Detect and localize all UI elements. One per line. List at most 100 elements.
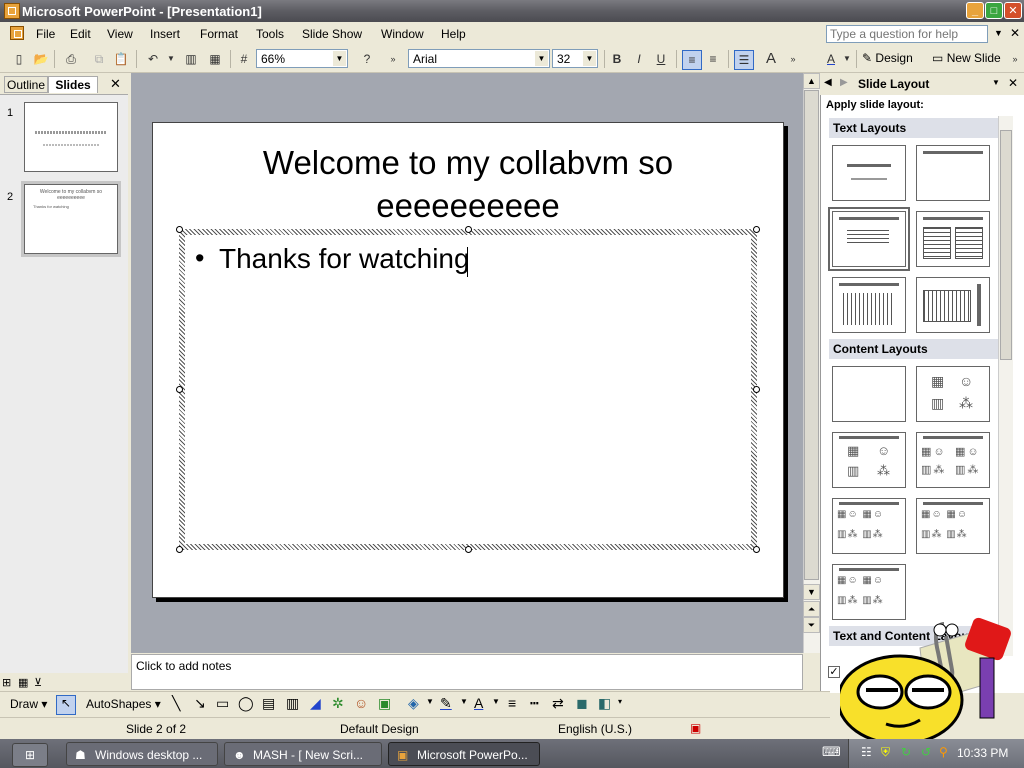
menu-file[interactable]: File (36, 27, 55, 41)
minimize-button[interactable]: _ (966, 2, 984, 19)
next-slide-icon[interactable]: ⏷ (803, 617, 820, 633)
layout-vertical-text[interactable] (832, 277, 906, 333)
help-icon[interactable]: ? (358, 50, 376, 68)
layout-title-two-content[interactable]: ▦☺ ▦☺ ▥⁂ ▥⁂ (916, 432, 990, 488)
previous-slide-icon[interactable]: ⏶ (803, 601, 820, 617)
paste-icon[interactable]: 📋 (112, 50, 130, 68)
new-icon[interactable]: ▯ (10, 50, 28, 68)
arrow-icon[interactable]: ↘ (194, 695, 206, 712)
body-placeholder[interactable]: • Thanks for watching (176, 226, 760, 553)
grid-icon[interactable]: # (235, 50, 253, 68)
help-search-box[interactable] (826, 25, 988, 43)
vertical-textbox-icon[interactable]: ▥ (286, 695, 299, 712)
insert-table-icon[interactable]: ▦ (206, 50, 224, 68)
picture-icon[interactable]: ▣ (378, 695, 391, 712)
copy-icon[interactable]: ⧉ (90, 50, 108, 68)
toolbar-options-icon[interactable]: » (1006, 50, 1024, 68)
italic-icon[interactable]: I (630, 50, 648, 68)
taskbar-item-windows-desktop[interactable]: ☗ Windows desktop ... (66, 742, 218, 766)
underline-icon[interactable]: U (652, 50, 670, 68)
bullets-icon[interactable]: ☰ (734, 50, 754, 70)
notes-placeholder[interactable]: Click to add notes (136, 659, 231, 673)
task-pane-scroll-thumb[interactable] (1000, 130, 1012, 360)
body-text-area[interactable]: • Thanks for watching (185, 235, 751, 544)
line-color-icon[interactable]: ✎ (440, 695, 452, 712)
menu-tools[interactable]: Tools (256, 27, 284, 41)
tray-clock[interactable]: 10:33 PM (957, 746, 1008, 760)
resize-handle[interactable] (753, 386, 760, 393)
undo-dropdown-icon[interactable]: ▼ (162, 50, 180, 68)
font-color-icon[interactable]: A (474, 695, 483, 711)
layout-title-two-over-content[interactable]: ▦☺ ▦☺ ▥⁂ ▥⁂ (916, 498, 990, 554)
menu-slide-show[interactable]: Slide Show (302, 27, 362, 41)
spelling-status-icon[interactable]: ▣ (690, 721, 701, 735)
clipart-icon[interactable]: ☺ (354, 695, 368, 711)
toolbar-options-icon[interactable]: » (384, 50, 402, 68)
forward-icon[interactable]: ▶ (840, 77, 848, 88)
normal-view-icon[interactable]: ⊞ (2, 676, 11, 689)
chevron-down-icon[interactable]: ▼ (535, 51, 548, 66)
tray-refresh-icon[interactable]: ↺ (921, 745, 931, 759)
increase-font-icon[interactable]: A (762, 50, 780, 68)
resize-handle[interactable] (753, 546, 760, 553)
powerpoint-app-icon[interactable] (4, 3, 20, 19)
toolbar-options-icon[interactable]: ▾ (618, 697, 622, 706)
layout-title-slide[interactable] (832, 145, 906, 201)
tab-slides[interactable]: Slides (48, 76, 98, 93)
resize-handle[interactable] (465, 546, 472, 553)
arrow-style-icon[interactable]: ⇄ (552, 695, 564, 712)
menu-insert[interactable]: Insert (150, 27, 180, 41)
layout-title-only[interactable] (916, 145, 990, 201)
scroll-up-icon[interactable]: ▲ (803, 73, 820, 89)
undo-icon[interactable]: ↶ (144, 50, 162, 68)
slide-canvas[interactable]: Welcome to my collabvm so eeeeeeeeee • T… (152, 122, 784, 598)
slide-title[interactable]: Welcome to my collabvm so eeeeeeeeee (223, 141, 713, 227)
taskbar-item-powerpoint[interactable]: ▣ Microsoft PowerPo... (388, 742, 540, 766)
task-pane-scrollbar[interactable] (998, 116, 1013, 656)
font-size-combo[interactable]: 32 ▼ (552, 49, 598, 68)
select-pointer-icon[interactable]: ↖ (56, 695, 76, 715)
menu-help[interactable]: Help (441, 27, 466, 41)
toolbar-options-icon[interactable]: » (784, 50, 802, 68)
design-button[interactable]: ✎ Design (862, 51, 913, 65)
zoom-combo[interactable]: 66% ▼ (256, 49, 348, 68)
close-document-icon[interactable]: ✕ (1010, 26, 1020, 40)
start-button[interactable]: ⊞ (12, 743, 48, 767)
insert-chart-icon[interactable]: ▥ (182, 50, 200, 68)
slide-thumbnail-2[interactable]: Welcome to my collabvm so eeeeeeeeee Tha… (21, 181, 121, 257)
autoshapes-menu[interactable]: AutoShapes ▾ (86, 697, 161, 711)
tray-network-icon[interactable]: ☷ (861, 745, 872, 759)
title-bar[interactable]: Microsoft PowerPoint - [Presentation1] _… (0, 0, 1024, 22)
chevron-down-icon[interactable]: ▼ (583, 51, 596, 66)
dash-style-icon[interactable]: ┅ (530, 695, 538, 712)
chevron-down-icon[interactable]: ▼ (460, 697, 468, 706)
align-left-icon[interactable]: ≡ (682, 50, 702, 70)
layout-content[interactable]: ▦ ☺ ▥ ⁂ (916, 366, 990, 422)
line-icon[interactable]: ╲ (172, 695, 180, 712)
chevron-down-icon[interactable]: ▼ (838, 50, 856, 68)
body-text[interactable]: Thanks for watching (219, 243, 470, 275)
shadow-style-icon[interactable]: ◼ (576, 695, 588, 712)
resize-handle[interactable] (176, 546, 183, 553)
chevron-down-icon[interactable]: ▼ (333, 51, 346, 66)
layout-title-and-content[interactable]: ▦ ☺ ▥ ⁂ (832, 432, 906, 488)
office-assistant[interactable] (836, 612, 1024, 746)
help-dropdown-icon[interactable]: ▼ (994, 28, 1003, 38)
rectangle-icon[interactable]: ▭ (216, 695, 229, 712)
chevron-down-icon[interactable]: ▼ (426, 697, 434, 706)
slide-show-view-icon[interactable]: ⊻ (34, 676, 42, 689)
menu-view[interactable]: View (107, 27, 133, 41)
diagram-icon[interactable]: ✲ (332, 695, 344, 712)
layout-title-and-text[interactable] (828, 207, 910, 271)
menu-window[interactable]: Window (381, 27, 424, 41)
show-on-insert-checkbox[interactable]: ✓ (828, 666, 840, 678)
resize-handle[interactable] (176, 386, 183, 393)
bold-icon[interactable]: B (608, 50, 626, 68)
layout-vertical-title-text[interactable] (916, 277, 990, 333)
tray-search-icon[interactable]: ⚲ (939, 745, 948, 759)
tray-update-icon[interactable]: ↻ (901, 745, 911, 759)
layout-blank[interactable] (832, 366, 906, 422)
back-icon[interactable]: ◀ (824, 77, 832, 88)
notes-pane[interactable]: Click to add notes (131, 654, 803, 690)
menu-format[interactable]: Format (200, 27, 238, 41)
